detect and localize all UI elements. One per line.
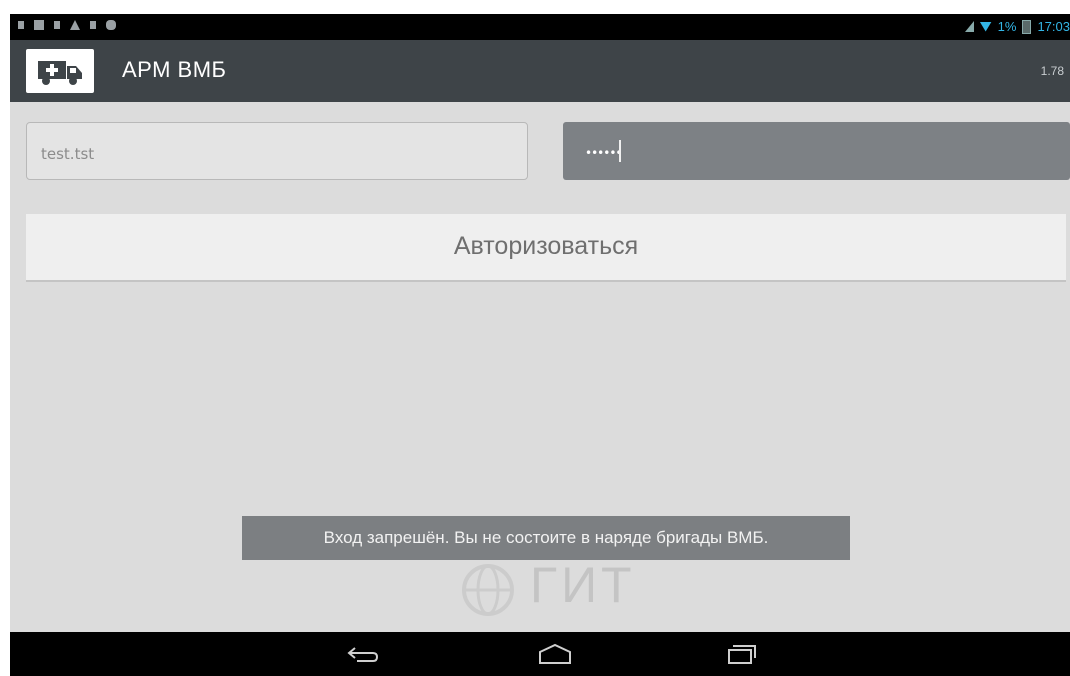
app-title: АРМ ВМБ [122, 57, 227, 82]
wifi-icon [979, 21, 992, 32]
action-bar: АРМ ВМБ 1.78 [10, 40, 1070, 102]
password-mask: •••••• [585, 146, 622, 160]
app-version: 1.78 [1040, 64, 1064, 78]
authorize-button[interactable]: Авторизоваться [26, 214, 1066, 282]
home-icon[interactable] [520, 632, 590, 676]
battery-icon [1022, 19, 1032, 34]
ambulance-icon[interactable] [26, 49, 94, 93]
warning-icon [70, 20, 80, 30]
recent-apps-icon[interactable] [704, 632, 774, 676]
battery-percent: 1% [997, 19, 1017, 34]
username-input[interactable]: test.tst [26, 122, 528, 180]
image-icon [34, 20, 44, 30]
android-screen: 1% 17:03 АРМ ВМБ 1.78 test.tst •••••• Ав… [10, 14, 1070, 676]
signal-icon [964, 21, 974, 32]
back-icon[interactable] [328, 632, 398, 676]
clock: 17:03 [1037, 19, 1070, 34]
status-left-icons [18, 20, 116, 30]
watermark-text: ГИТ [530, 557, 636, 613]
toast-message: Вход запрешён. Вы не состоите в наряде б… [242, 516, 850, 560]
sd-icon [54, 21, 60, 29]
status-right: 1% 17:03 [964, 19, 1070, 34]
gamepad-icon [106, 20, 116, 30]
navigation-bar [10, 632, 1070, 676]
password-input[interactable]: •••••• [563, 122, 1070, 180]
usb-icon [18, 21, 24, 29]
globe-logo-icon [462, 564, 514, 616]
text-cursor [619, 140, 621, 162]
download-icon [90, 21, 96, 29]
status-bar: 1% 17:03 [10, 14, 1070, 40]
